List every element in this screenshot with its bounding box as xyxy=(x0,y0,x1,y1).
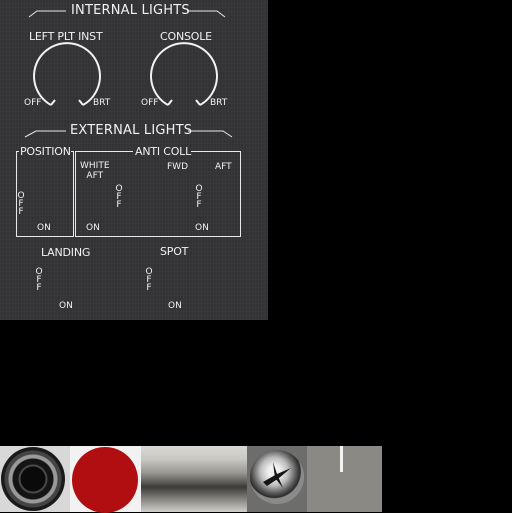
spot-toggle-switch[interactable] xyxy=(154,262,194,302)
gray-indicator-texture xyxy=(307,446,382,512)
red-button-texture xyxy=(70,446,141,513)
black-knob-texture xyxy=(0,446,70,512)
left-plt-inst-off-label: OFF xyxy=(24,98,42,108)
fwd-label: FWD xyxy=(167,162,189,172)
lighting-control-panel: INTERNAL LIGHTS LEFT PLT INST CONSOLE OF… xyxy=(0,0,268,320)
indicator-needle xyxy=(340,446,343,472)
internal-lights-title: INTERNAL LIGHTS xyxy=(71,3,190,18)
screw-texture xyxy=(247,446,307,512)
console-brt-label: BRT xyxy=(210,98,228,108)
screw-slot-icon xyxy=(263,462,291,488)
position-toggle-switch[interactable] xyxy=(24,180,60,220)
landing-on-label: ON xyxy=(59,301,73,311)
external-lights-title: EXTERNAL LIGHTS xyxy=(70,123,193,138)
landing-label: LANDING xyxy=(41,246,91,259)
position-label: POSITION xyxy=(20,145,71,158)
spot-on-label: ON xyxy=(168,301,182,311)
anti-coll-right-on-label: ON xyxy=(195,223,209,233)
landing-off-label: O F F xyxy=(35,267,43,294)
left-plt-inst-brt-label: BRT xyxy=(93,98,111,108)
anti-coll-right-toggle-switch[interactable] xyxy=(165,175,225,220)
position-on-label: ON xyxy=(37,223,51,233)
landing-toggle-switch[interactable] xyxy=(44,262,84,302)
anti-coll-left-toggle-switch[interactable] xyxy=(84,175,144,220)
metal-gradient-texture xyxy=(141,446,247,512)
console-off-label: OFF xyxy=(141,98,159,108)
anti-coll-label: ANTI COLL xyxy=(135,145,192,158)
aft-label: AFT xyxy=(215,162,232,172)
spot-label: SPOT xyxy=(160,245,189,258)
spot-off-label: O F F xyxy=(145,267,153,294)
anti-coll-left-on-label: ON xyxy=(86,223,100,233)
